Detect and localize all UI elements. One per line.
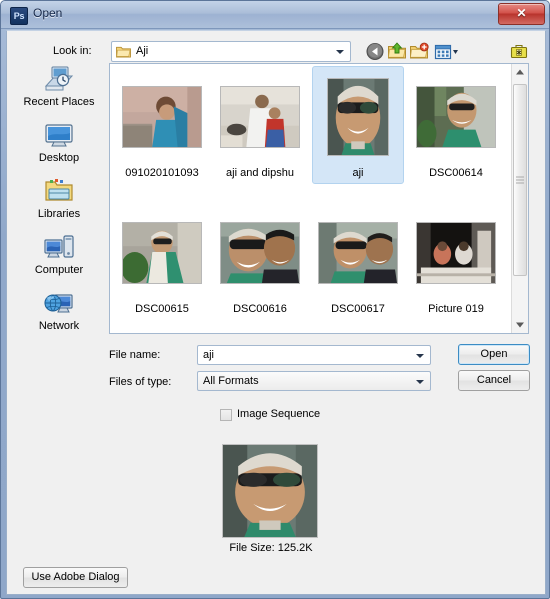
titlebar: Ps Open ✕: [1, 1, 549, 29]
computer-icon: [44, 235, 74, 258]
network-icon: [44, 294, 73, 313]
file-thumbnail: [313, 73, 403, 161]
file-item-label: DSC00614: [429, 167, 483, 179]
file-item[interactable]: DSC00617: [312, 202, 404, 320]
file-thumbnail: [313, 209, 403, 297]
file-item[interactable]: Picture 019: [410, 202, 502, 320]
file-item[interactable]: aji and dipshu: [214, 66, 306, 184]
file-item-label: DSC00616: [233, 303, 287, 315]
tools-icon[interactable]: [509, 42, 529, 61]
file-name-value: aji: [203, 349, 215, 361]
sidebar-item-computer[interactable]: Computer: [15, 231, 103, 285]
new-folder-icon[interactable]: [409, 42, 429, 61]
file-size-label: File Size: 125.2K: [229, 542, 313, 554]
file-item-label: DSC00615: [135, 303, 189, 315]
file-list[interactable]: 091020101093 aji and dipshu aji DSC00614…: [109, 63, 529, 334]
sidebar-item-libraries[interactable]: Libraries: [15, 175, 103, 229]
file-row: DSC00615 DSC00616 DSC00617 Picture 019: [110, 202, 512, 324]
photoshop-app-icon: Ps: [10, 7, 28, 25]
sidebar-item-label: Computer: [34, 264, 84, 276]
chevron-down-icon[interactable]: [416, 354, 424, 358]
file-thumbnail: [215, 209, 305, 297]
views-icon[interactable]: [433, 42, 459, 61]
use-adobe-dialog-button[interactable]: Use Adobe Dialog: [23, 567, 128, 588]
file-item-label: DSC00617: [331, 303, 385, 315]
file-item[interactable]: DSC00615: [116, 202, 208, 320]
places-sidebar: Recent Places Desktop Libraries Computer…: [15, 63, 103, 334]
file-thumbnail: [117, 73, 207, 161]
file-item-label: aji: [352, 167, 364, 179]
open-dialog-window: Ps Open ✕ Look in: Aji Recent Places Des…: [0, 0, 550, 599]
file-item-label: 091020101093: [125, 167, 199, 179]
desktop-icon: [45, 124, 73, 147]
file-name-label: File name:: [109, 349, 161, 361]
files-of-type-value: All Formats: [203, 375, 259, 387]
file-thumbnail: [215, 73, 305, 161]
recent-places-icon: [44, 66, 74, 91]
file-thumbnail: [411, 73, 501, 161]
sidebar-item-desktop[interactable]: Desktop: [15, 119, 103, 173]
cancel-button[interactable]: Cancel: [458, 370, 530, 391]
sidebar-item-label: Recent Places: [23, 96, 95, 108]
sidebar-item-label: Network: [38, 320, 80, 332]
back-icon[interactable]: [365, 42, 385, 61]
preview-thumbnail: [222, 444, 318, 538]
sidebar-item-label: Desktop: [38, 152, 80, 164]
file-item-label: aji and dipshu: [226, 167, 294, 179]
open-button[interactable]: Open: [458, 344, 530, 365]
file-item[interactable]: DSC00616: [214, 202, 306, 320]
scroll-down-button[interactable]: [512, 317, 528, 333]
file-thumbnail: [411, 209, 501, 297]
file-row: 091020101093 aji and dipshu aji DSC00614: [110, 66, 512, 188]
image-sequence-checkbox[interactable]: [220, 409, 232, 421]
folder-icon: [116, 46, 131, 58]
look-in-dropdown[interactable]: Aji: [111, 41, 351, 62]
file-item[interactable]: aji: [312, 66, 404, 184]
file-list-items: 091020101093 aji and dipshu aji DSC00614…: [110, 64, 512, 333]
close-button[interactable]: ✕: [498, 3, 545, 25]
file-item-label: Picture 019: [428, 303, 484, 315]
sidebar-item-label: Libraries: [37, 208, 81, 220]
chevron-down-icon[interactable]: [416, 380, 424, 384]
chevron-down-icon[interactable]: [336, 50, 344, 54]
file-item[interactable]: 091020101093: [116, 66, 208, 184]
file-item[interactable]: DSC00614: [410, 66, 502, 184]
file-name-input[interactable]: aji: [197, 345, 431, 365]
scrollbar-grip-icon: [516, 176, 524, 184]
file-list-scrollbar[interactable]: [511, 64, 528, 333]
window-title: Open: [33, 6, 63, 20]
sidebar-item-recent-places[interactable]: Recent Places: [15, 63, 103, 117]
scroll-up-button[interactable]: [512, 64, 528, 80]
files-of-type-label: Files of type:: [109, 376, 172, 388]
libraries-icon: [45, 179, 73, 201]
files-of-type-dropdown[interactable]: All Formats: [197, 371, 431, 391]
scrollbar-thumb[interactable]: [513, 84, 527, 276]
look-in-value: Aji: [136, 45, 149, 57]
image-sequence-label: Image Sequence: [237, 408, 321, 420]
up-folder-icon[interactable]: [387, 42, 407, 61]
look-in-label: Look in:: [53, 45, 92, 57]
file-thumbnail: [117, 209, 207, 297]
sidebar-item-network[interactable]: Network: [15, 287, 103, 341]
